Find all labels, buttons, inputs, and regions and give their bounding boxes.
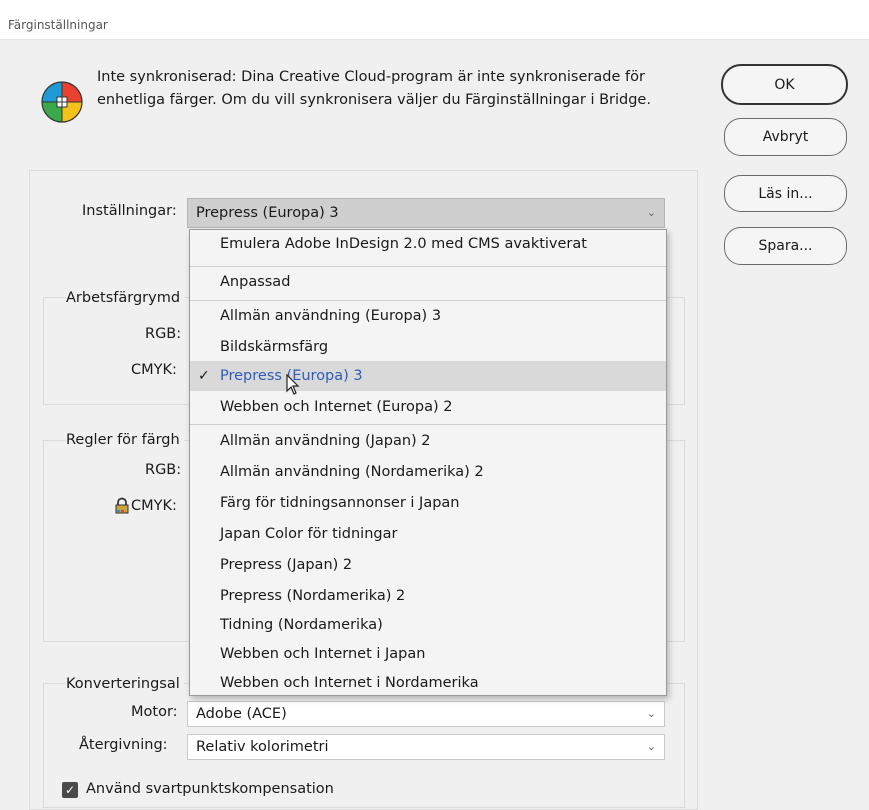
title-bar: Färginställningar: [0, 0, 869, 40]
rules-rgb-label: RGB:: [145, 462, 182, 478]
mouse-pointer-icon: [286, 374, 300, 395]
checkmark-icon: ✓: [198, 368, 210, 384]
chevron-down-icon: ⌄: [646, 206, 656, 219]
dropdown-separator: [190, 300, 666, 301]
black-point-label: Använd svartpunktskompensation: [86, 781, 334, 797]
settings-label: Inställningar:: [82, 203, 177, 219]
dropdown-item-selected[interactable]: ✓ Prepress (Europa) 3: [190, 361, 666, 391]
sync-status-message: Inte synkroniserad: Dina Creative Cloud-…: [97, 69, 651, 108]
dropdown-item[interactable]: Webben och Internet i Japan: [190, 640, 666, 669]
dropdown-item[interactable]: Webben och Internet i Nordamerika: [190, 669, 666, 698]
working-spaces-title: Arbetsfärgrymd: [66, 290, 185, 306]
dropdown-separator: [190, 266, 666, 267]
settings-select[interactable]: Prepress (Europa) 3 ⌄: [187, 198, 665, 228]
dropdown-item[interactable]: Webben och Internet (Europa) 2: [190, 393, 666, 422]
dropdown-item[interactable]: Emulera Adobe InDesign 2.0 med CMS avakt…: [190, 230, 666, 259]
settings-dropdown-list: Emulera Adobe InDesign 2.0 med CMS avakt…: [189, 229, 667, 696]
chevron-down-icon: ⌄: [646, 740, 656, 753]
save-button[interactable]: Spara...: [724, 227, 847, 265]
dropdown-item[interactable]: Allmän användning (Japan) 2: [190, 427, 666, 456]
intent-select-value: Relativ kolorimetri: [196, 739, 329, 755]
dropdown-item[interactable]: Prepress (Nordamerika) 2: [190, 582, 666, 611]
black-point-checkbox[interactable]: ✓: [62, 782, 78, 798]
dropdown-separator: [190, 424, 666, 425]
cancel-button[interactable]: Avbryt: [724, 118, 847, 156]
working-cmyk-label: CMYK:: [131, 362, 177, 378]
rules-cmyk-label: CMYK:: [131, 498, 177, 514]
color-settings-dialog: Färginställningar Inte synkroniserad: Di…: [0, 0, 869, 810]
intent-label: Återgivning:: [79, 737, 168, 753]
dropdown-item[interactable]: Färg för tidningsannonser i Japan: [190, 489, 666, 518]
dropdown-item[interactable]: Allmän användning (Europa) 3: [190, 302, 666, 331]
dropdown-item[interactable]: Anpassad: [190, 268, 666, 297]
lock-icon: [115, 497, 129, 514]
color-rules-title: Regler för färgh: [66, 432, 184, 448]
load-button[interactable]: Läs in...: [724, 175, 847, 212]
window-title: Färginställningar: [8, 18, 108, 32]
intent-select[interactable]: Relativ kolorimetri ⌄: [187, 734, 665, 760]
color-wheel-icon: [41, 81, 83, 123]
dropdown-item[interactable]: Bildskärmsfärg: [190, 333, 666, 362]
dropdown-item[interactable]: Tidning (Nordamerika): [190, 611, 666, 640]
dropdown-item[interactable]: Prepress (Japan) 2: [190, 551, 666, 580]
dropdown-item[interactable]: Allmän användning (Nordamerika) 2: [190, 458, 666, 487]
ok-button[interactable]: OK: [721, 64, 848, 105]
settings-select-value: Prepress (Europa) 3: [196, 205, 339, 221]
engine-label: Motor:: [131, 704, 178, 720]
dropdown-item[interactable]: Japan Color för tidningar: [190, 520, 666, 549]
engine-select[interactable]: Adobe (ACE) ⌄: [187, 701, 665, 727]
working-rgb-label: RGB:: [145, 326, 182, 342]
conversion-title: Konverteringsal: [66, 676, 184, 692]
chevron-down-icon: ⌄: [646, 707, 656, 720]
engine-select-value: Adobe (ACE): [196, 706, 287, 722]
